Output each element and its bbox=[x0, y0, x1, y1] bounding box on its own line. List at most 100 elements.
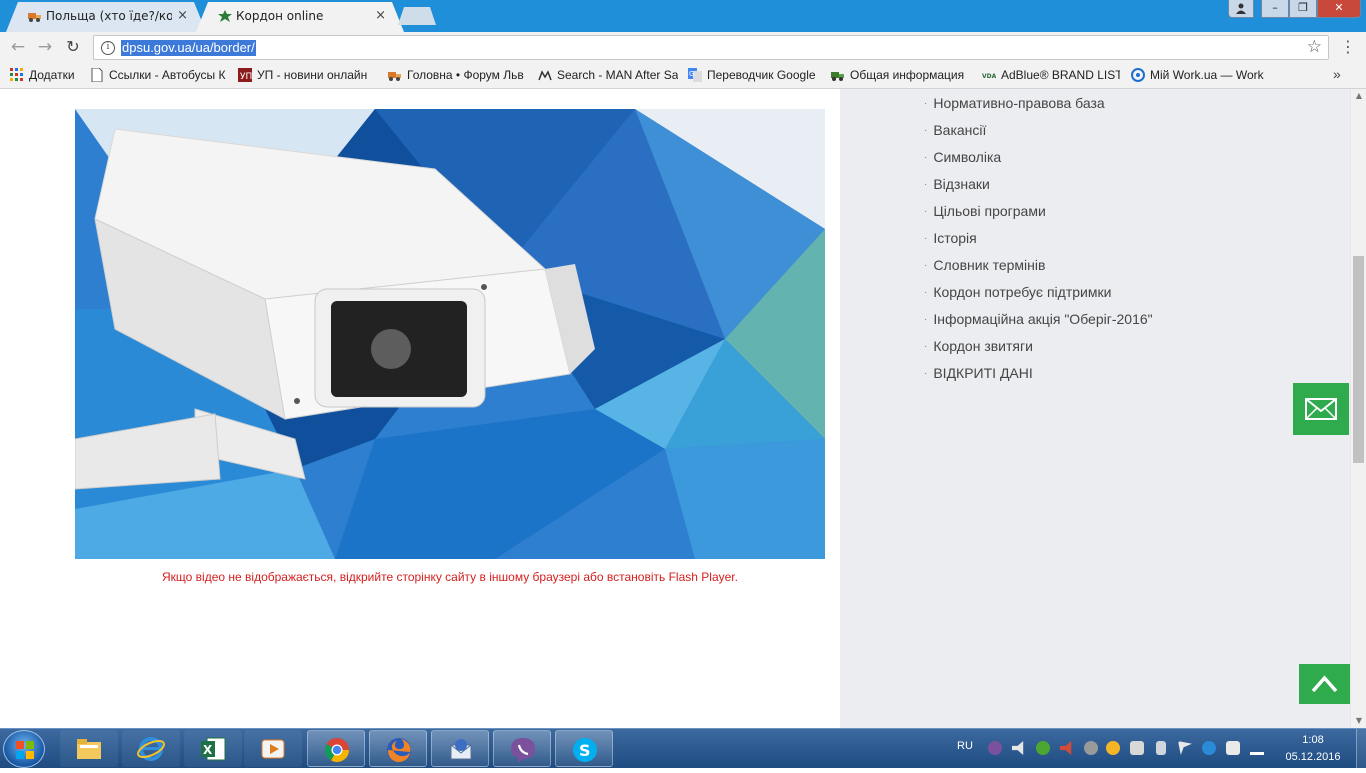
network-tray-icon[interactable] bbox=[1130, 741, 1144, 755]
skype-icon: S bbox=[573, 738, 597, 762]
sidebar-item-glossary[interactable]: · Словник термінів bbox=[924, 256, 1153, 283]
sidebar-menu: · Нормативно-правова база · Вакансії · Симв… bbox=[924, 94, 1153, 391]
sidebar-item-history[interactable]: · Історія bbox=[924, 229, 1153, 256]
internet-explorer-icon bbox=[137, 737, 165, 761]
green-app-tray-icon[interactable] bbox=[1036, 741, 1050, 755]
taskbar-internet-explorer[interactable] bbox=[122, 730, 180, 767]
viber-icon bbox=[511, 738, 535, 763]
tab-kordon-online[interactable]: Кордон online × bbox=[196, 2, 404, 32]
svg-text:УП: УП bbox=[240, 72, 252, 82]
web-page: Якщо відео не відображається, відкрийте … bbox=[0, 89, 1366, 728]
sidebar-item-awards[interactable]: · Відзнаки bbox=[924, 175, 1153, 202]
truck-green-icon bbox=[831, 72, 844, 81]
sidebar-item-oberig-2016[interactable]: · Інформаційна акція "Оберіг-2016" bbox=[924, 310, 1153, 337]
volume-icon[interactable] bbox=[1012, 741, 1024, 755]
start-button[interactable] bbox=[3, 730, 45, 768]
video-placeholder-image[interactable] bbox=[75, 109, 825, 559]
maximize-button[interactable]: ❐ bbox=[1289, 0, 1317, 18]
star-tray-icon[interactable] bbox=[1106, 741, 1120, 755]
tab-strip: Польща (хто їде?/кого п × Кордон online … bbox=[0, 0, 1366, 32]
sidebar-item-symbols[interactable]: · Символіка bbox=[924, 148, 1153, 175]
folder-icon bbox=[77, 739, 101, 759]
excel-icon: X bbox=[201, 737, 226, 761]
forward-button[interactable]: → bbox=[33, 36, 57, 58]
viber-tray-icon[interactable] bbox=[988, 741, 1002, 755]
url-text[interactable]: dpsu.gov.ua/ua/border/ bbox=[121, 40, 256, 56]
signal-strength-icon[interactable] bbox=[1250, 741, 1264, 755]
tab-polshcha[interactable]: Польща (хто їде?/кого п × bbox=[6, 2, 206, 32]
close-tab-icon[interactable]: × bbox=[177, 2, 188, 30]
back-button[interactable]: ← bbox=[6, 36, 30, 58]
windows-taskbar: X S RU 1:08 05.12.2016 bbox=[0, 728, 1366, 769]
tab-title: Польща (хто їде?/кого п bbox=[46, 9, 172, 23]
bookmark-general-info[interactable]: Общая информация bbox=[831, 67, 967, 83]
bluetooth-icon[interactable] bbox=[1156, 741, 1166, 755]
sidebar-item-open-data[interactable]: · ВІДКРИТІ ДАНІ bbox=[924, 364, 1153, 391]
keyboard-language-indicator[interactable]: RU bbox=[957, 740, 973, 752]
clock-time[interactable]: 1:08 bbox=[1290, 734, 1336, 746]
bookmark-apps[interactable]: Додатки bbox=[10, 67, 82, 83]
chrome-icon bbox=[324, 738, 349, 763]
bookmark-man-search[interactable]: Search - MAN After Sa bbox=[538, 67, 678, 83]
taskbar-windows-explorer[interactable] bbox=[60, 730, 118, 767]
apps-grid-icon bbox=[10, 68, 23, 81]
workua-logo-icon bbox=[1131, 68, 1145, 82]
taskbar-excel[interactable]: X bbox=[184, 730, 242, 767]
browser-menu-icon[interactable]: ⋮ bbox=[1340, 38, 1356, 56]
close-tab-icon[interactable]: × bbox=[375, 2, 386, 30]
taskbar-chrome[interactable] bbox=[307, 730, 365, 767]
chevron-up-icon bbox=[1311, 675, 1338, 693]
page-scrollbar[interactable]: ▲ ▼ bbox=[1350, 89, 1366, 728]
taskbar-viber[interactable] bbox=[493, 730, 551, 767]
bookmark-adblue[interactable]: VDA AdBlue® BRAND LIST bbox=[982, 67, 1120, 83]
bookmark-google-translate[interactable]: G Переводчик Google bbox=[688, 67, 824, 83]
minimize-button[interactable]: – bbox=[1261, 0, 1289, 18]
taskbar-media-player[interactable] bbox=[244, 730, 302, 767]
truck-icon bbox=[28, 13, 41, 22]
reload-button[interactable]: ↻ bbox=[61, 36, 85, 58]
update-tray-icon[interactable] bbox=[1084, 741, 1098, 755]
browser-toolbar: ← → ↻ i dpsu.gov.ua/ua/border/ ☆ ⋮ bbox=[0, 32, 1366, 62]
sidebar-item-border-valor[interactable]: · Кордон звитяги bbox=[924, 337, 1153, 364]
bookmarks-bar: Додатки Ссылки - Автобусы К УП УП - новин… bbox=[0, 62, 1366, 89]
taskbar-thunderbird[interactable] bbox=[431, 730, 489, 767]
sidebar-item-border-support[interactable]: · Кордон потребує підтримки bbox=[924, 283, 1153, 310]
power-tray-icon[interactable] bbox=[1226, 741, 1240, 755]
info-icon[interactable]: i bbox=[101, 41, 115, 55]
windows-logo-icon bbox=[16, 741, 34, 759]
sidebar-item-normative-base[interactable]: · Нормативно-правова база bbox=[924, 94, 1153, 121]
sound-mixer-icon[interactable] bbox=[1060, 741, 1072, 755]
man-logo-icon bbox=[538, 70, 552, 81]
bookmark-up-news[interactable]: УП УП - новини онлайн bbox=[238, 67, 376, 83]
sidebar-item-vacancies[interactable]: · Вакансії bbox=[924, 121, 1153, 148]
border-guard-emblem-icon bbox=[218, 10, 232, 22]
address-bar[interactable]: i dpsu.gov.ua/ua/border/ ☆ bbox=[93, 35, 1329, 60]
user-profile-icon[interactable] bbox=[1228, 0, 1254, 18]
thunderbird-icon bbox=[450, 739, 472, 760]
envelope-icon bbox=[1305, 398, 1337, 420]
bookmark-avtobusy[interactable]: Ссылки - Автобусы К bbox=[90, 67, 228, 83]
scroll-down-arrow-icon[interactable]: ▼ bbox=[1351, 714, 1366, 728]
close-window-button[interactable]: ✕ bbox=[1317, 0, 1361, 18]
media-player-icon bbox=[261, 739, 285, 759]
taskbar-firefox[interactable] bbox=[369, 730, 427, 767]
bookmark-star-icon[interactable]: ☆ bbox=[1307, 37, 1322, 57]
scrollbar-thumb[interactable] bbox=[1353, 256, 1364, 463]
sidebar-item-target-programs[interactable]: · Цільові програми bbox=[924, 202, 1153, 229]
vda-logo-icon: VDA bbox=[982, 73, 996, 80]
feedback-mail-button[interactable] bbox=[1293, 383, 1349, 435]
scroll-up-arrow-icon[interactable]: ▲ bbox=[1351, 89, 1366, 103]
bookmarks-overflow-icon[interactable]: » bbox=[1333, 66, 1341, 82]
sidebar: · Нормативно-правова база · Вакансії · Симв… bbox=[840, 89, 1350, 728]
scroll-to-top-button[interactable] bbox=[1299, 664, 1350, 704]
teamviewer-tray-icon[interactable] bbox=[1202, 741, 1216, 755]
security-camera-illustration bbox=[75, 109, 825, 559]
clock-date[interactable]: 05.12.2016 bbox=[1284, 751, 1342, 763]
svg-text:G: G bbox=[689, 70, 694, 78]
new-tab-button[interactable] bbox=[398, 7, 436, 25]
bookmark-workua[interactable]: Мій Work.ua — Work bbox=[1131, 67, 1271, 83]
show-desktop-button[interactable] bbox=[1356, 729, 1366, 769]
bookmark-forum-lviv[interactable]: Головна • Форум Льв bbox=[388, 67, 528, 83]
taskbar-skype[interactable]: S bbox=[555, 730, 613, 767]
action-center-flag-icon[interactable] bbox=[1178, 741, 1192, 755]
